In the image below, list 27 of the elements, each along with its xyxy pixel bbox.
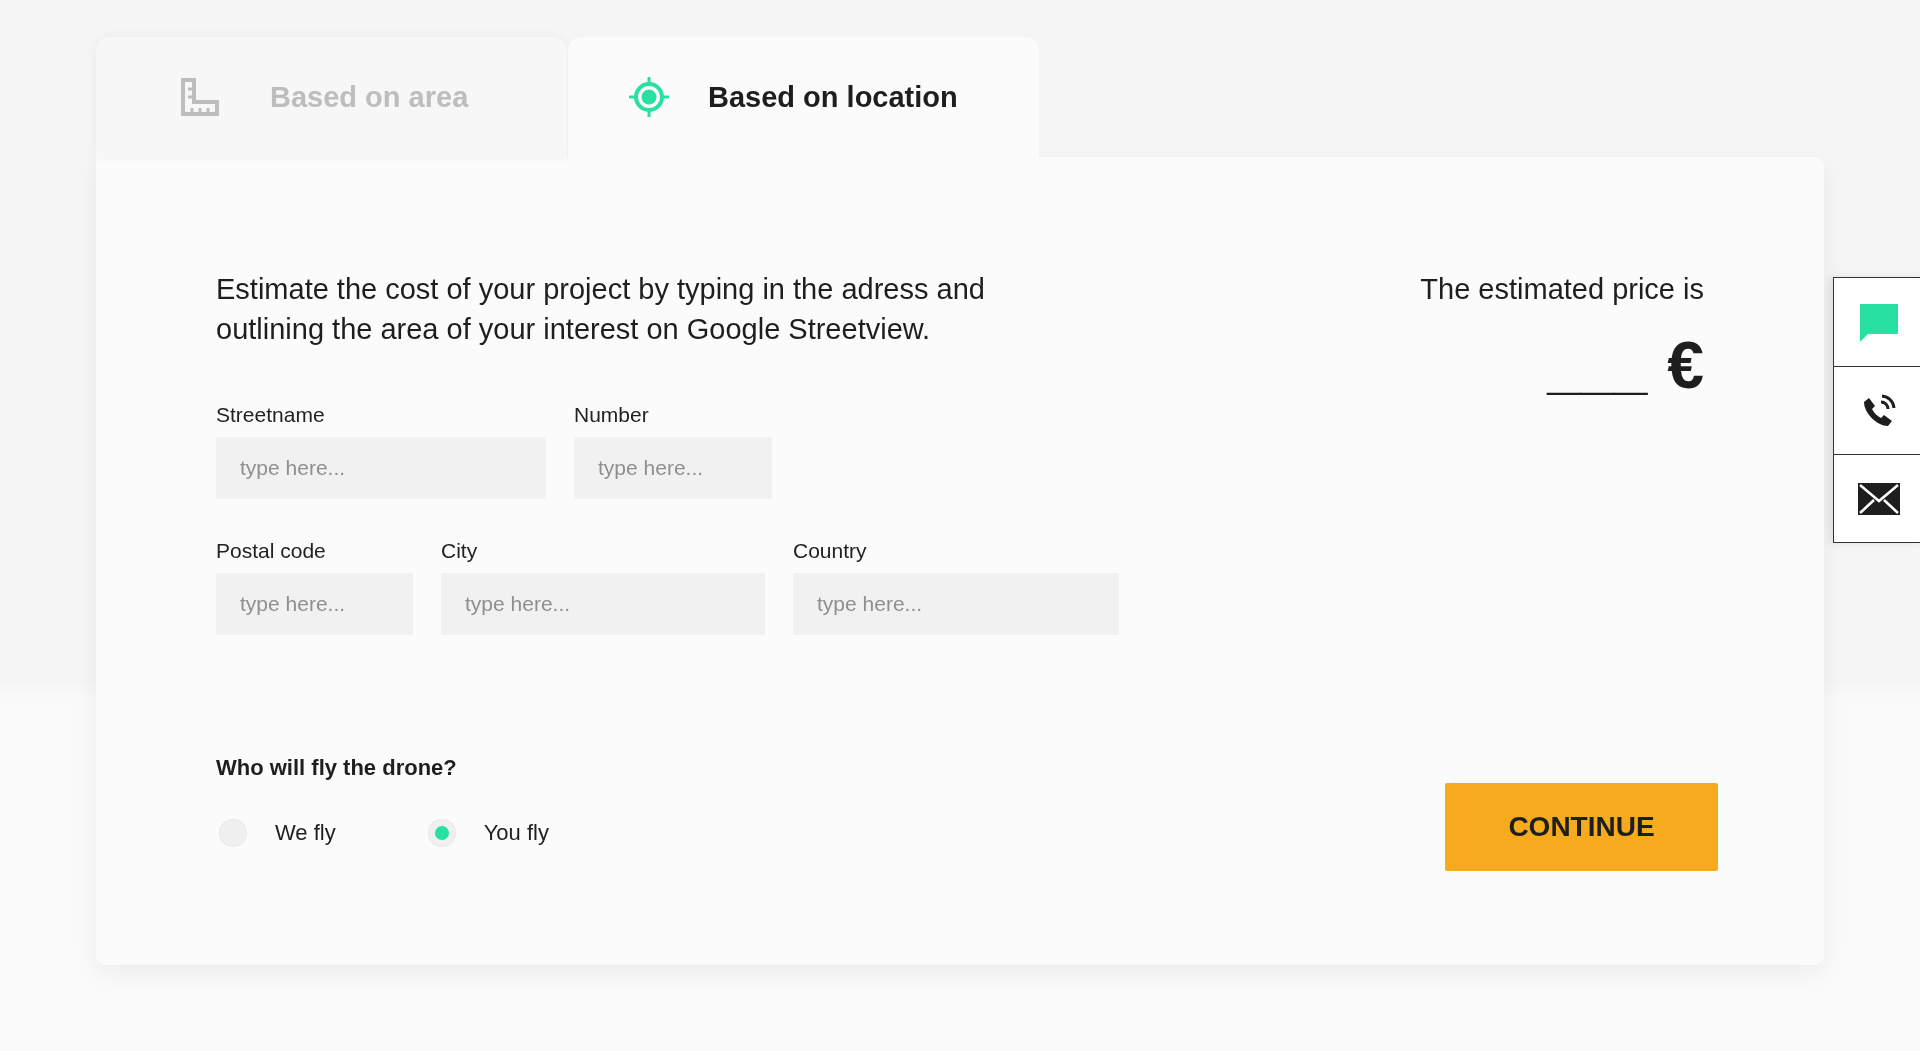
- question-text: Who will fly the drone?: [216, 755, 458, 781]
- phone-icon: [1861, 392, 1897, 429]
- input-field[interactable]: type here...: [216, 437, 546, 499]
- ruler-icon: [180, 77, 220, 117]
- phone-button[interactable]: [1834, 366, 1920, 454]
- input-field[interactable]: type here...: [574, 437, 772, 499]
- currency-symbol: €: [1667, 332, 1704, 398]
- continue-button[interactable]: CONTINUE: [1445, 783, 1718, 871]
- tab[interactable]: Based on location: [568, 37, 1039, 157]
- field-label: Postal code: [216, 539, 327, 563]
- field-label: Country: [793, 539, 868, 563]
- intro-text: Estimate the cost of your project by typing in the adress and outlining the area of your interest on Google Streetview.: [216, 272, 986, 347]
- radio-button[interactable]: [427, 819, 456, 847]
- field-label: Streetname: [216, 403, 326, 427]
- input-field[interactable]: type here...: [441, 573, 765, 635]
- target-icon: [628, 76, 670, 118]
- chat-icon: [1859, 302, 1899, 342]
- price-value: ___: [1547, 338, 1648, 398]
- field-label: City: [441, 539, 479, 563]
- mail-button[interactable]: [1834, 454, 1920, 542]
- input-field[interactable]: type here...: [216, 573, 413, 635]
- mail-icon: [1858, 482, 1900, 515]
- input-field[interactable]: type here...: [793, 573, 1119, 635]
- radio-label: You fly: [483, 820, 549, 846]
- field-label: Number: [574, 403, 650, 427]
- radio-label: We fly: [275, 820, 336, 846]
- price-caption: The estimated price is: [1420, 272, 1704, 306]
